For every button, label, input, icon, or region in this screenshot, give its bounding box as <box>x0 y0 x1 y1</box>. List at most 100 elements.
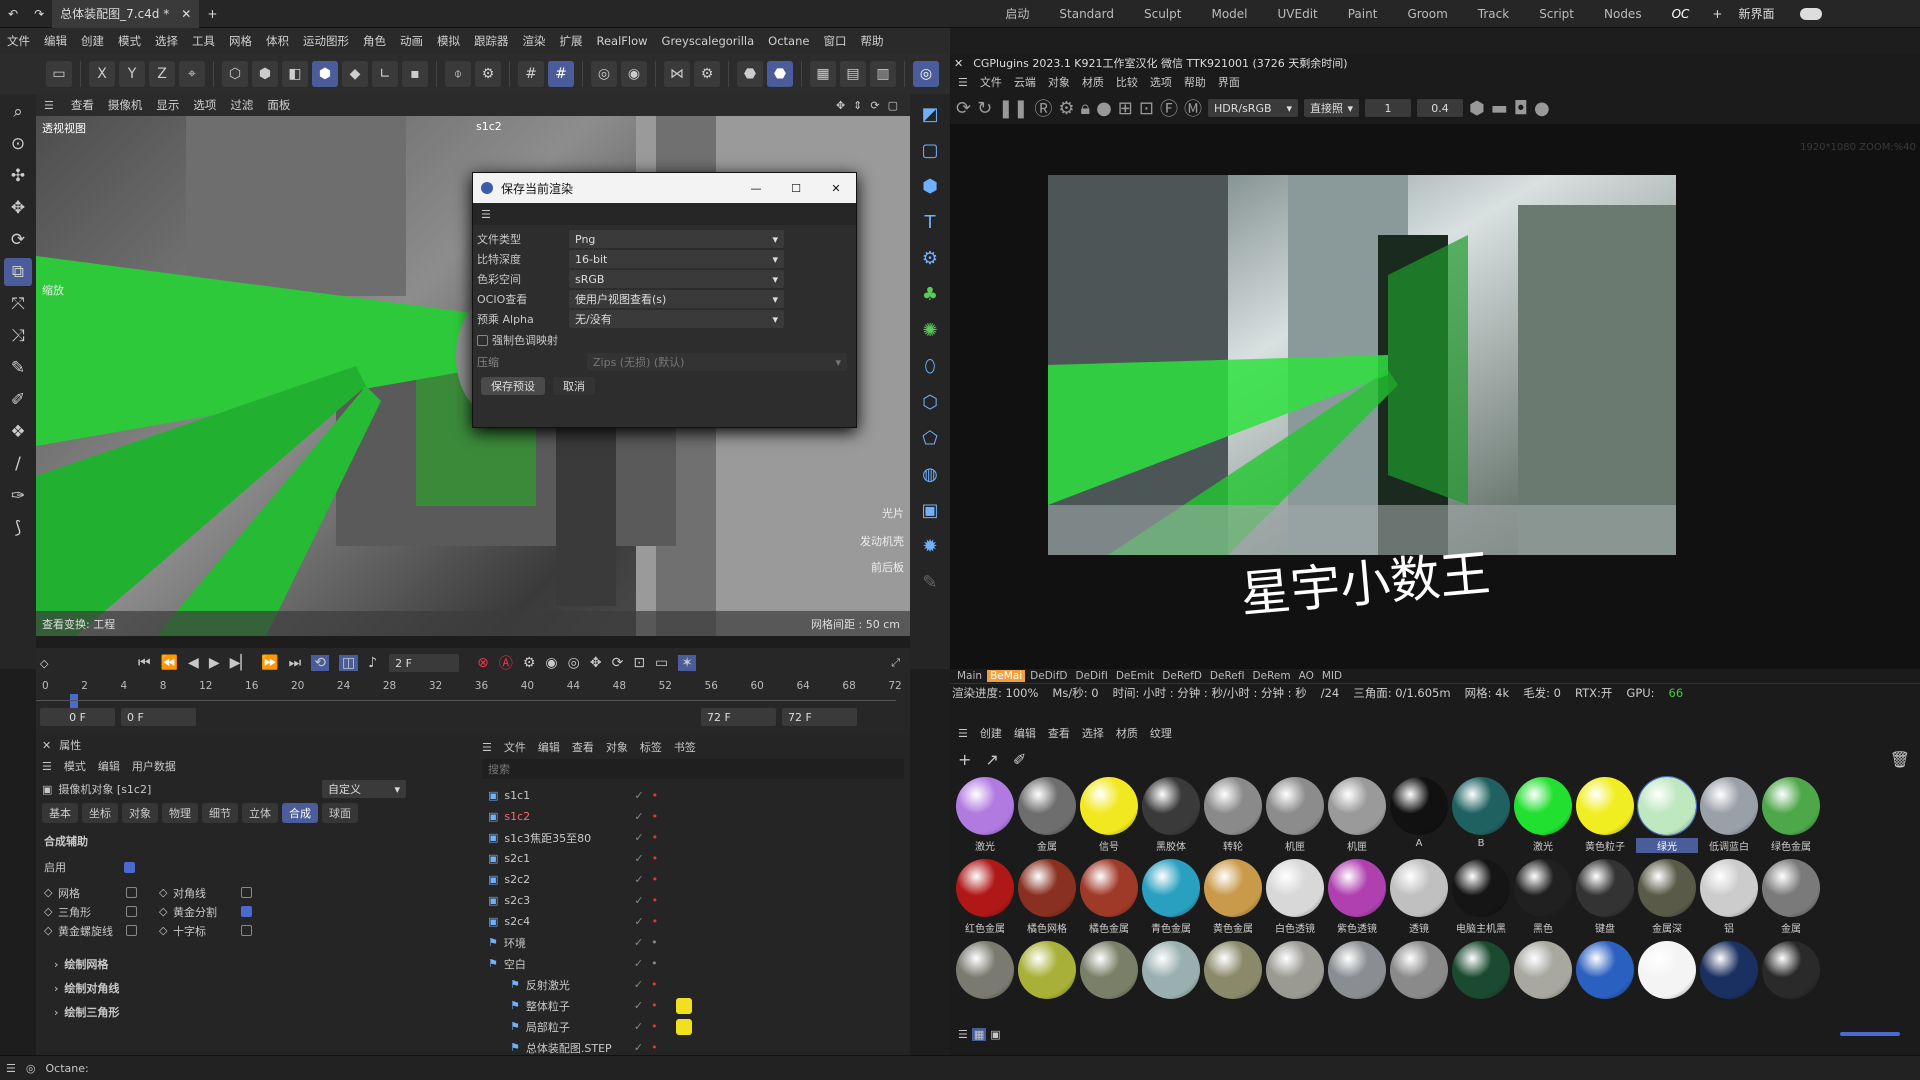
layout-tab[interactable]: OC <box>1657 0 1705 28</box>
layout-tab[interactable]: UVEdit <box>1263 0 1333 28</box>
obj-menu-item[interactable]: 书签 <box>674 739 696 755</box>
hamburger-icon[interactable]: ☰ <box>958 727 968 740</box>
large-view-icon[interactable]: ▣ <box>990 1028 1000 1041</box>
material-pick-icon[interactable]: Ⓜ <box>1184 95 1202 121</box>
material-menu-item[interactable]: 查看 <box>1048 725 1070 741</box>
check-icon[interactable]: ✓ <box>634 810 643 823</box>
close-icon[interactable]: ✕ <box>181 7 191 21</box>
snapshot-icon[interactable]: ◘ <box>1514 98 1528 119</box>
check-icon[interactable]: ✓ <box>634 831 643 844</box>
arrow-icon[interactable]: ↗ <box>985 750 998 769</box>
check-icon[interactable]: ✓ <box>634 915 643 928</box>
search-input[interactable]: 搜索 <box>482 759 904 779</box>
preview-end[interactable]: 72 F <box>701 708 776 726</box>
material-swatch[interactable]: B <box>1450 777 1512 859</box>
object-row[interactable]: ▣ s2c2 ✓ • <box>476 869 910 890</box>
layout-tab[interactable]: Script <box>1524 0 1589 28</box>
solo-icon[interactable]: ◎ <box>591 61 617 87</box>
prev-key-icon[interactable]: ⏪ <box>161 655 178 671</box>
field-dropdown[interactable]: 无/没有 ▾ <box>569 310 784 328</box>
sculpt-icon[interactable]: ✑ <box>4 482 32 510</box>
material-swatch[interactable]: 橘色金属 <box>1078 859 1140 941</box>
visibility-dot-icon[interactable]: • <box>652 831 659 844</box>
render-settings-icon[interactable]: ▥ <box>870 61 896 87</box>
hamburger-icon[interactable]: ☰ <box>482 741 492 754</box>
motion-record-icon[interactable]: ◉ <box>545 655 557 671</box>
obj-menu-item[interactable]: 查看 <box>572 739 594 755</box>
attr-tab[interactable]: 球面 <box>322 803 358 823</box>
preview-start[interactable]: 0 F <box>121 708 196 726</box>
check-icon[interactable]: ✓ <box>634 1041 643 1054</box>
settings-icon[interactable]: ⚙ <box>1058 98 1074 119</box>
add-region-icon[interactable]: ⊞ <box>1118 98 1133 119</box>
render-pass-tab[interactable]: DeDifI <box>1073 670 1111 682</box>
menu-item[interactable]: 运动图形 <box>296 33 356 49</box>
render-pass-tab[interactable]: Main <box>954 670 985 682</box>
material-swatch[interactable] <box>1078 941 1140 1023</box>
menu-item[interactable]: RealFlow <box>590 34 655 48</box>
render-pass-tab[interactable]: DeRem <box>1250 670 1294 682</box>
play-icon[interactable]: ▶ <box>209 655 220 671</box>
cube-outline-icon[interactable]: ▢ <box>914 134 946 166</box>
material-swatch[interactable]: 激光 <box>1512 777 1574 859</box>
material-menu-item[interactable]: 材质 <box>1116 725 1138 741</box>
param-key-icon[interactable]: ▭ <box>655 655 668 671</box>
material-swatch[interactable] <box>1388 941 1450 1023</box>
redo-icon[interactable]: ↷ <box>26 0 52 28</box>
visibility-dot-icon[interactable]: • <box>652 894 659 907</box>
check-icon[interactable]: ✓ <box>634 894 643 907</box>
object-row[interactable]: ▣ s1c3焦距35至80 ✓ • <box>476 827 910 848</box>
field-icon[interactable]: ⬡ <box>914 386 946 418</box>
transform-multi-icon[interactable]: ⤨ <box>4 322 32 350</box>
point-level-icon[interactable]: ✶ <box>678 655 697 671</box>
rotate-icon[interactable]: ⟳ <box>4 226 32 254</box>
menu-item[interactable]: 体积 <box>259 33 296 49</box>
points-mode-icon[interactable]: ⬡ <box>222 61 248 87</box>
magnet-icon[interactable]: ⟆ <box>4 514 32 542</box>
object-row[interactable]: ⚑ 整体粒子 ✓ • <box>476 995 910 1016</box>
menu-item[interactable]: 编辑 <box>37 33 74 49</box>
material-swatch[interactable]: 激光 <box>954 777 1016 859</box>
scale-key-icon[interactable]: ⊡ <box>633 655 645 671</box>
solo-off-icon[interactable]: ◉ <box>621 61 647 87</box>
visibility-dot-icon[interactable]: • <box>651 1041 658 1054</box>
attr-group[interactable]: › 绘制网格 <box>44 952 470 976</box>
check-icon[interactable]: ✓ <box>634 789 643 802</box>
x-axis-button[interactable]: X <box>89 61 115 87</box>
obj-menu-item[interactable]: 文件 <box>504 739 526 755</box>
material-swatch[interactable] <box>1760 941 1822 1023</box>
material-swatch[interactable]: 机匣 <box>1264 777 1326 859</box>
z-axis-button[interactable]: Z <box>149 61 175 87</box>
object-row[interactable]: ▣ s1c2 ✓ • <box>476 806 910 827</box>
select-icon[interactable]: ⊙ <box>4 130 32 158</box>
hamburger-icon[interactable]: ☰ <box>958 76 968 89</box>
keyframe-icon[interactable]: ◇ <box>40 657 68 670</box>
attr-tab[interactable]: 坐标 <box>82 803 118 823</box>
object-row[interactable]: ⚑ 反射激光 ✓ • <box>476 974 910 995</box>
grid-icon[interactable]: # <box>518 61 544 87</box>
object-row[interactable]: ▣ s1c1 ✓ • <box>476 785 910 806</box>
polygons-mode-icon[interactable]: ◧ <box>282 61 308 87</box>
hexagon-icon[interactable]: ⬢ <box>1469 98 1485 119</box>
attr-group[interactable]: › 绘制对角线 <box>44 976 470 1000</box>
viewport-menu-item[interactable]: 过滤 <box>223 97 260 113</box>
material-swatch[interactable]: 金属 <box>1760 859 1822 941</box>
layout-tab[interactable]: Paint <box>1333 0 1393 28</box>
send-scene-icon[interactable]: ⟳ <box>956 98 971 119</box>
field-dropdown[interactable]: 使用户视图查看(s) ▾ <box>569 290 784 308</box>
y-axis-button[interactable]: Y <box>119 61 145 87</box>
material-swatch[interactable] <box>1512 941 1574 1023</box>
cancel-button[interactable]: 取消 <box>553 377 595 395</box>
menu-item[interactable]: 选择 <box>148 33 185 49</box>
close-icon[interactable]: ✕ <box>954 57 963 70</box>
material-preview-icon[interactable]: ● <box>1096 98 1112 119</box>
attr-tab[interactable]: 物理 <box>162 803 198 823</box>
octane-menu-item[interactable]: 比较 <box>1116 74 1138 90</box>
attr-menu-item[interactable]: 编辑 <box>98 758 120 774</box>
color-mode-dropdown[interactable]: HDR/sRGB ▾ <box>1207 99 1298 117</box>
material-tag-icon[interactable] <box>675 997 692 1014</box>
material-swatch[interactable] <box>1202 941 1264 1023</box>
grid-view-icon[interactable]: ▦ <box>971 1027 987 1041</box>
material-swatch[interactable]: 绿色金属 <box>1760 777 1822 859</box>
visibility-dot-icon[interactable]: • <box>652 852 659 865</box>
